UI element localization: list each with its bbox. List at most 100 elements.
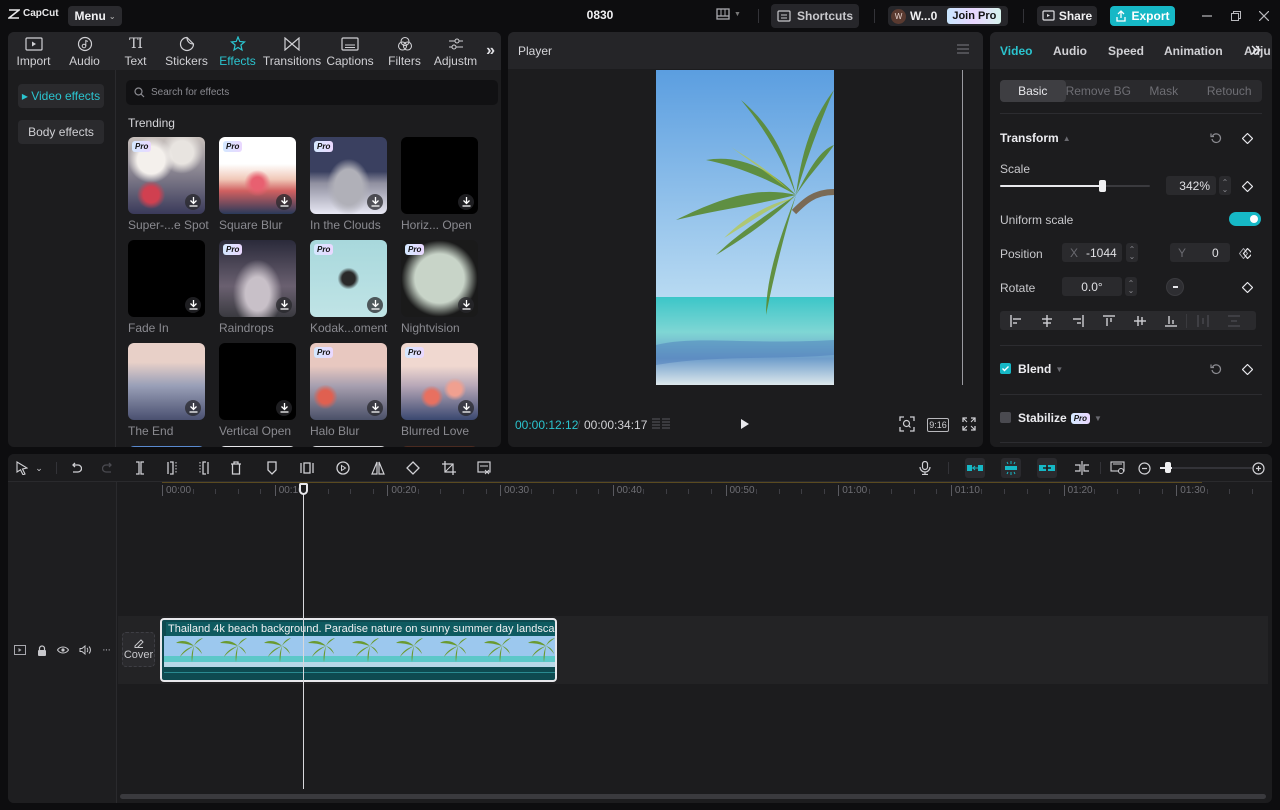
download-button[interactable] [276, 400, 292, 416]
preview-axis-button[interactable] [1074, 460, 1090, 476]
subtab-remove-bg[interactable]: Remove BG [1066, 80, 1132, 102]
track-type-button[interactable] [14, 644, 26, 656]
zoom-slider[interactable] [1172, 467, 1252, 469]
effect-thumbnail[interactable] [128, 343, 205, 420]
tab-audio[interactable]: Audio [59, 32, 110, 70]
search-input[interactable] [151, 87, 471, 98]
tab-filters[interactable]: Filters [379, 32, 430, 70]
delete-left-button[interactable] [164, 460, 180, 476]
effect-thumbnail[interactable] [401, 446, 478, 447]
waveform-toggle[interactable] [652, 417, 670, 431]
close-button[interactable] [1256, 8, 1272, 24]
download-button[interactable] [458, 194, 474, 210]
transform-section-header[interactable]: Transform ▲ [1000, 131, 1071, 145]
effect-thumbnail[interactable] [128, 240, 205, 317]
effect-thumbnail[interactable]: Pro [128, 137, 205, 214]
time-ruler[interactable]: 00:00 00:10 00:20 00:30 00:40 00:50 01:00 01:10… [162, 482, 1262, 502]
undo-button[interactable] [68, 460, 84, 476]
layout-button[interactable]: ▼ [716, 8, 741, 20]
position-x-stepper[interactable]: ⌃ ⌄ [1126, 243, 1138, 262]
tab-transitions[interactable]: Transitions [263, 32, 321, 70]
download-button[interactable] [185, 297, 201, 313]
rotate-input[interactable]: 0.0° [1062, 277, 1122, 296]
player-menu-button[interactable] [957, 44, 969, 54]
zoom-to-fit-button[interactable] [1110, 460, 1126, 476]
scroll-tabs-button[interactable] [1250, 44, 1262, 56]
play-button[interactable] [740, 418, 750, 430]
marker-button[interactable] [264, 460, 280, 476]
main-track-magnet-button[interactable] [965, 458, 985, 478]
effect-card[interactable]: Pro Square Blur [219, 137, 296, 232]
tab-adjustment[interactable]: Adjustm [430, 32, 481, 70]
effect-card[interactable]: Horiz... Open [401, 137, 478, 232]
minimize-button[interactable] [1199, 8, 1215, 24]
reverse-button[interactable] [335, 460, 351, 476]
distribute-h-button[interactable] [1187, 314, 1218, 327]
download-button[interactable] [458, 297, 474, 313]
align-bottom-button[interactable] [1155, 315, 1186, 327]
effect-thumbnail[interactable] [219, 446, 296, 447]
scale-slider-thumb[interactable] [1099, 180, 1106, 192]
align-left-button[interactable] [1000, 314, 1031, 327]
effect-card[interactable]: Pro Halo Blur [310, 343, 387, 438]
download-button[interactable] [185, 400, 201, 416]
rotate-keyframe-button[interactable] [1241, 281, 1253, 293]
effect-thumbnail[interactable]: Pro [310, 240, 387, 317]
align-top-button[interactable] [1093, 314, 1124, 327]
position-keyframe-button[interactable] [1239, 247, 1251, 259]
uniform-scale-toggle[interactable] [1229, 212, 1261, 226]
distribute-v-button[interactable] [1218, 314, 1249, 327]
shortcuts-button[interactable]: Shortcuts [771, 4, 859, 28]
download-button[interactable] [276, 297, 292, 313]
cover-button[interactable]: Cover [122, 632, 155, 667]
delete-right-button[interactable] [196, 460, 212, 476]
effect-card[interactable]: Pro Blurred Love [401, 343, 478, 438]
rotate-button[interactable] [405, 460, 421, 476]
keyframe-button[interactable] [1241, 132, 1253, 144]
rotate-stepper[interactable]: ⌃ ⌄ [1125, 277, 1137, 296]
effect-card[interactable]: Pro Super-...e Spot [128, 137, 209, 232]
scale-slider[interactable] [1000, 180, 1150, 192]
zoom-in-button[interactable] [1250, 460, 1266, 476]
zoom-out-button[interactable] [1136, 460, 1152, 476]
tab-effects[interactable]: Effects [212, 32, 263, 70]
reset-blend-button[interactable] [1210, 363, 1222, 375]
join-pro-button[interactable]: Join Pro [947, 8, 1002, 24]
scale-stepper[interactable]: ⌃ ⌄ [1219, 176, 1231, 195]
subtab-mask[interactable]: Mask [1131, 80, 1197, 102]
effect-card[interactable]: The End [128, 343, 205, 438]
select-tool-dropdown[interactable]: ⌄ [34, 460, 44, 476]
align-right-button[interactable] [1062, 314, 1093, 327]
download-button[interactable] [276, 194, 292, 210]
zoom-fit-button[interactable] [899, 416, 915, 432]
download-button[interactable] [367, 297, 383, 313]
mirror-button[interactable] [370, 460, 386, 476]
video-clip[interactable]: Thailand 4k beach background. Paradise n… [160, 618, 557, 682]
tab-text[interactable]: TI Text [110, 32, 161, 70]
position-y-input[interactable]: Y 0 [1170, 243, 1230, 262]
share-button[interactable]: Share [1037, 6, 1097, 26]
more-tabs-icon[interactable]: » [486, 42, 495, 60]
linkage-button[interactable] [1037, 458, 1057, 478]
track-more-button[interactable]: ··· [100, 644, 112, 656]
crop-button[interactable] [441, 460, 457, 476]
effect-card[interactable]: Fade In [128, 240, 205, 335]
effect-card[interactable]: Pro Nightvision [401, 240, 478, 335]
effect-card[interactable]: Pro Raindrops [219, 240, 296, 335]
download-button[interactable] [185, 194, 201, 210]
tab-stickers[interactable]: Stickers [161, 32, 212, 70]
select-tool-button[interactable] [14, 460, 30, 476]
effect-thumbnail[interactable]: Pro [219, 137, 296, 214]
snap-button[interactable] [1001, 458, 1021, 478]
position-x-input[interactable]: X -1044 [1062, 243, 1122, 262]
tab-animation[interactable]: Animation [1164, 44, 1223, 58]
rotate-dial[interactable] [1166, 278, 1184, 296]
effect-card[interactable]: Vertical Open [219, 343, 296, 438]
mute-track-button[interactable] [79, 644, 91, 656]
effect-thumbnail[interactable] [310, 446, 387, 447]
tab-captions[interactable]: Captions [321, 32, 379, 70]
subtab-retouch[interactable]: Retouch [1197, 80, 1263, 102]
tab-video[interactable]: Video [1000, 44, 1032, 58]
blend-section-header[interactable]: Blend ▼ [1018, 362, 1063, 376]
playhead[interactable] [303, 483, 304, 789]
